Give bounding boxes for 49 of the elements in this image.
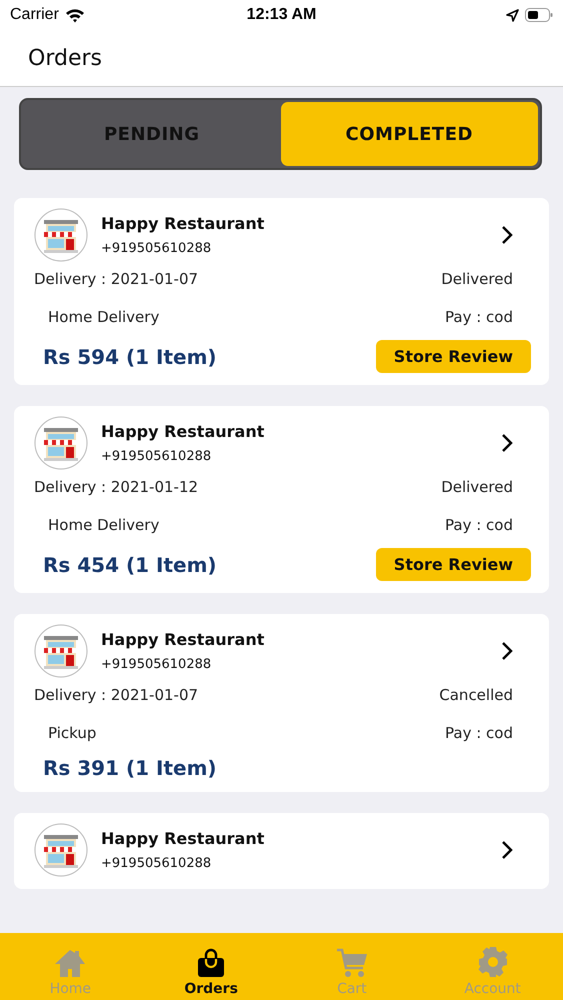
order-tab[interactable]: COMPLETED xyxy=(280,102,538,166)
store-icon xyxy=(34,416,88,470)
order-status: Delivered xyxy=(441,478,513,496)
order-card[interactable]: Happy Restaurant +919505610288 Delivery : 2021-01-12 Delivered Home Delivery Pay : cod Rs 454 (1 Item) Store Review xyxy=(14,406,549,593)
restaurant-name: Happy Restaurant xyxy=(101,214,266,233)
delivery-method: Pickup xyxy=(48,724,96,742)
phone-number: +919505610288 xyxy=(101,241,212,256)
chevron-right-icon[interactable] xyxy=(501,840,513,860)
store-icon xyxy=(34,208,88,262)
order-card[interactable]: Happy Restaurant +919505610288 Delivery : 2021-01-07 Delivered Home Delivery Pay : cod Rs 594 (1 Item) Store Review xyxy=(14,198,549,385)
location-arrow-icon xyxy=(506,8,519,22)
store-icon xyxy=(34,823,88,877)
payment-method: Pay : cod xyxy=(445,308,513,326)
chevron-right-icon[interactable] xyxy=(501,433,513,453)
payment-method: Pay : cod xyxy=(445,724,513,742)
page-title: Orders xyxy=(28,46,102,70)
chevron-right-icon[interactable] xyxy=(501,225,513,245)
delivery-date: Delivery : 2021-01-12 xyxy=(34,478,198,496)
settings-icon xyxy=(476,946,509,978)
wifi-icon xyxy=(64,8,85,22)
carrier-label: Carrier xyxy=(10,6,59,24)
order-total: Rs 454 (1 Item) xyxy=(43,552,217,576)
order-status: Cancelled xyxy=(439,686,513,704)
restaurant-name: Happy Restaurant xyxy=(101,829,266,848)
order-card[interactable]: Happy Restaurant +919505610288 Delivery : 2021-01-07 Cancelled Pickup Pay : cod Rs 391 (1 Item) xyxy=(14,614,549,792)
tab-bar-item[interactable]: Orders xyxy=(140,933,282,1000)
shopping-bag-icon xyxy=(197,948,226,978)
store-review-button[interactable]: Store Review xyxy=(376,548,531,581)
delivery-date: Delivery : 2021-01-07 xyxy=(34,686,198,704)
order-status: Delivered xyxy=(441,270,513,288)
house-icon xyxy=(53,948,88,978)
restaurant-name: Happy Restaurant xyxy=(101,422,266,441)
store-review-button[interactable]: Store Review xyxy=(376,340,531,373)
order-card[interactable]: Happy Restaurant +919505610288 xyxy=(14,813,549,889)
payment-method: Pay : cod xyxy=(445,516,513,534)
clock-time: 12:13 AM xyxy=(246,6,316,24)
order-total: Rs 391 (1 Item) xyxy=(43,756,217,780)
phone-number: +919505610288 xyxy=(101,449,212,464)
phone-number: +919505610288 xyxy=(101,856,212,871)
delivery-method: Home Delivery xyxy=(48,308,160,326)
battery-icon xyxy=(525,8,553,22)
restaurant-name: Happy Restaurant xyxy=(101,630,266,649)
order-total: Rs 594 (1 Item) xyxy=(43,344,217,368)
chevron-right-icon[interactable] xyxy=(501,641,513,661)
store-icon xyxy=(34,624,88,678)
cart-icon xyxy=(336,948,368,978)
delivery-method: Home Delivery xyxy=(48,516,160,534)
phone-number: +919505610288 xyxy=(101,657,212,672)
delivery-date: Delivery : 2021-01-07 xyxy=(34,270,198,288)
